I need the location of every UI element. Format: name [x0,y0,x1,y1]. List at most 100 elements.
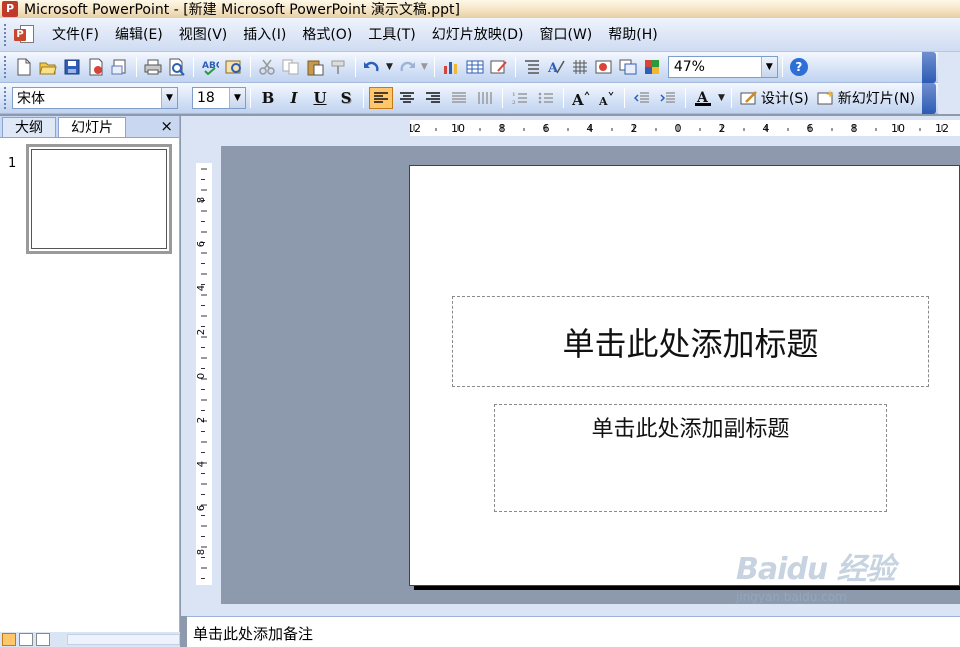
new-icon[interactable] [13,56,35,78]
color-grayscale-icon[interactable] [593,56,615,78]
chevron-down-icon[interactable]: ▼ [229,88,245,108]
align-right-button[interactable] [421,87,445,109]
new-slide-icon [817,90,834,105]
chevron-down-icon[interactable]: ▼ [161,88,177,108]
justify-button[interactable] [447,87,471,109]
zoom-combobox[interactable]: 47% ▼ [667,56,778,78]
standard-toolbar: ABC ▼ ▼ A 47% ▼ ? [0,52,960,83]
menu-view[interactable]: 视图(V) [171,18,236,52]
increase-indent-button[interactable] [656,87,680,109]
menu-tools[interactable]: 工具(T) [360,18,423,52]
align-left-button[interactable] [369,87,393,109]
font-name-combobox[interactable]: 宋体 ▼ [12,87,178,109]
subtitle-placeholder[interactable]: 单击此处添加副标题 [494,404,887,512]
ruler-label: 8 [499,122,506,135]
show-grid-icon[interactable] [569,56,591,78]
menu-format[interactable]: 格式(O) [294,18,360,52]
distributed-button[interactable] [473,87,497,109]
blurred-background-tabs [560,2,960,16]
email-icon[interactable] [109,56,131,78]
shadow-button[interactable]: S [334,87,358,109]
expand-all-icon[interactable] [521,56,543,78]
toolbar-options-icon[interactable] [922,52,936,83]
font-size-combobox[interactable]: 18 ▼ [192,87,246,109]
tab-outline[interactable]: 大纲 [2,117,56,137]
font-name-value[interactable]: 宋体 [13,88,161,108]
zoom-value[interactable]: 47% [669,59,761,75]
copy-icon[interactable] [280,56,302,78]
new-slide-button[interactable]: 新幻灯片(N) [813,88,919,108]
italic-button[interactable]: I [282,87,306,109]
decrease-font-size-button[interactable]: A [595,87,619,109]
insert-chart-icon[interactable] [440,56,462,78]
tab-slides[interactable]: 幻灯片 [58,117,126,137]
slide-thumbnail[interactable] [26,144,172,254]
undo-icon[interactable] [361,56,383,78]
ruler-label: 6 [543,122,550,135]
menu-file[interactable]: 文件(F) [44,18,107,52]
numbering-button[interactable]: 12 [508,87,532,109]
ruler-label: 12 [935,122,949,135]
ruler-label: 6 [196,505,207,511]
permission-icon[interactable] [85,56,107,78]
underline-button[interactable]: U [308,87,332,109]
close-icon[interactable]: × [160,117,173,135]
cut-icon[interactable] [256,56,278,78]
show-formatting-icon[interactable]: A [545,56,567,78]
help-icon[interactable]: ? [788,56,810,78]
slideshow-view-icon[interactable] [36,633,50,646]
spelling-icon[interactable]: ABC [199,56,221,78]
chevron-down-icon[interactable]: ▼ [760,57,777,77]
toolbar-options-icon[interactable] [922,83,936,114]
toolbar-grip[interactable] [4,87,8,109]
print-preview-icon[interactable] [166,56,188,78]
tables-borders-icon[interactable] [488,56,510,78]
svg-text:1: 1 [512,92,515,98]
font-color-dropdown-icon[interactable]: ▼ [718,93,725,103]
design-button[interactable]: 设计(S) [736,88,813,108]
decrease-indent-icon [634,92,649,103]
increase-font-size-button[interactable]: A [569,87,593,109]
title-placeholder[interactable]: 单击此处添加标题 [452,296,929,387]
format-painter-icon[interactable] [328,56,350,78]
horizontal-ruler[interactable]: 12 10 8 6 4 2 0 2 4 6 8 10 12 [410,120,960,136]
toolbar-grip[interactable] [4,56,8,78]
powerpoint-app-icon[interactable]: P [2,1,18,17]
slide-sorter-view-icon[interactable] [19,633,33,646]
vertical-ruler[interactable]: 8 6 4 2 0 2 4 6 8 [196,163,212,585]
research-icon[interactable] [223,56,245,78]
menu-slideshow[interactable]: 幻灯片放映(D) [424,18,532,52]
bold-button[interactable]: B [256,87,280,109]
save-icon[interactable] [61,56,83,78]
menu-help[interactable]: 帮助(H) [600,18,665,52]
ruler-label: 0 [196,373,207,379]
font-size-value[interactable]: 18 [193,90,229,106]
new-window-icon[interactable] [617,56,639,78]
watermark-logo-text: Baidu 经验 [736,552,896,587]
menu-insert[interactable]: 插入(I) [235,18,294,52]
toolbar-grip[interactable] [4,23,8,46]
ruler-label: 2 [719,122,726,135]
menu-window[interactable]: 窗口(W) [532,18,601,52]
normal-view-icon[interactable] [2,633,16,646]
menu-edit[interactable]: 编辑(E) [107,18,171,52]
bullets-button[interactable] [534,87,558,109]
color-icon[interactable] [641,56,663,78]
svg-text:ABC: ABC [202,61,219,71]
align-center-button[interactable] [395,87,419,109]
ruler-label: 12 [410,122,421,135]
ruler-label: 4 [763,122,770,135]
redo-icon[interactable] [396,56,418,78]
increase-indent-icon [660,92,675,103]
paste-icon[interactable] [304,56,326,78]
ruler-label: 2 [631,122,638,135]
document-icon[interactable]: P [12,23,38,47]
font-color-button[interactable]: A [691,87,715,109]
undo-dropdown-icon[interactable]: ▼ [386,62,393,72]
insert-table-icon[interactable] [464,56,486,78]
horizontal-scrollbar[interactable] [67,634,180,645]
decrease-indent-button[interactable] [630,87,654,109]
print-icon[interactable] [142,56,164,78]
open-icon[interactable] [37,56,59,78]
redo-dropdown-icon[interactable]: ▼ [421,62,428,72]
